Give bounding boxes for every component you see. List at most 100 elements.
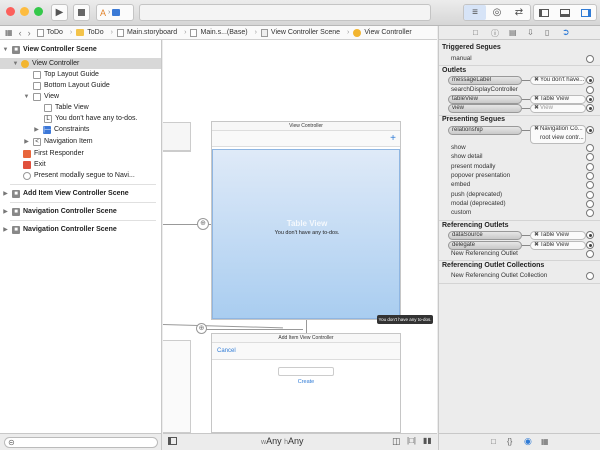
outline-row[interactable]: Exit <box>0 159 161 170</box>
outline-scene-row[interactable]: ▶ ■ Navigation Controller Scene <box>0 224 161 235</box>
help-inspector-icon[interactable]: ⓘ <box>491 28 499 39</box>
outline-filter-field[interactable]: ⊝ <box>4 437 158 448</box>
connection-circle[interactable] <box>586 163 594 171</box>
outlet-pill[interactable]: messageLabel <box>448 76 522 85</box>
close-icon[interactable]: ✖ <box>534 77 539 84</box>
connection-circle[interactable] <box>586 55 594 63</box>
create-button[interactable]: Create <box>212 379 400 385</box>
connection-circle[interactable] <box>586 241 594 249</box>
table-view[interactable]: Table View You don't have any to-dos. <box>212 149 400 319</box>
new-ref-collection-row[interactable]: New Referencing Outlet Collection <box>451 272 597 281</box>
segue-icon[interactable]: ⊕ <box>196 323 207 334</box>
outline-row[interactable]: First Responder <box>0 148 161 159</box>
ref-outlet-row[interactable]: delegate ✖ Table View <box>448 241 597 250</box>
resolve-icon[interactable]: ▮▮ <box>423 436 432 445</box>
disclosure-right-icon[interactable]: ▶ <box>23 138 30 145</box>
align-icon[interactable]: ◫ <box>392 436 401 447</box>
code-snippet-icon[interactable]: {} <box>507 437 512 446</box>
new-ref-outlet-row[interactable]: New Referencing Outlet <box>451 250 597 259</box>
segue-row[interactable]: show <box>451 144 597 153</box>
file-template-icon[interactable]: □ <box>491 437 496 446</box>
connection-circle[interactable] <box>586 95 594 103</box>
object-library-icon[interactable]: ◉ <box>524 436 532 447</box>
close-icon[interactable]: ✖ <box>534 232 539 239</box>
assistant-editor-button[interactable]: ◎ <box>486 5 508 20</box>
add-item-scene[interactable]: Add Item View Controller Cancel Create <box>211 333 401 433</box>
connection-circle[interactable] <box>586 272 594 280</box>
close-icon[interactable]: ✖ <box>534 242 539 249</box>
outline-scene-row[interactable]: ▼ ■ View Controller Scene <box>0 44 161 55</box>
outlet-row[interactable]: searchDisplayController <box>451 86 597 95</box>
outlet-target[interactable]: ✖ Navigation Co... root view contr... <box>530 125 586 144</box>
outlet-pill[interactable]: relationship <box>448 126 522 135</box>
outlet-target[interactable]: ✖ You don't have... <box>530 76 586 85</box>
outlet-row[interactable]: view ✖ View <box>448 104 597 113</box>
cancel-button[interactable]: Cancel <box>217 348 236 354</box>
outlet-pill[interactable]: delegate <box>448 241 522 250</box>
version-editor-button[interactable]: ⇄ <box>508 5 530 20</box>
storyboard-canvas[interactable]: ⊕ ⊕ View Controller + Table View You don… <box>163 40 437 433</box>
connection-circle[interactable] <box>586 76 594 84</box>
segue-row[interactable]: popover presentation <box>451 172 597 181</box>
disclosure-right-icon[interactable]: ▶ <box>33 126 40 133</box>
segue-row[interactable]: custom <box>451 209 597 218</box>
outline-vc-row[interactable]: ▼ View Controller <box>0 58 161 69</box>
disclosure-down-icon[interactable]: ▼ <box>12 61 19 67</box>
outlet-row[interactable]: messageLabel ✖ You don't have... <box>448 76 597 85</box>
outline-scene-row[interactable]: ▶ ■ Add Item View Controller Scene <box>0 188 161 199</box>
size-class-control[interactable]: wAny hAny <box>261 436 304 446</box>
back-icon[interactable]: ‹ <box>19 28 22 38</box>
stop-button[interactable] <box>73 4 90 21</box>
breadcrumb-scene[interactable]: View Controller Scene <box>260 28 340 37</box>
outline-row[interactable]: Top Layout Guide <box>0 69 161 80</box>
connection-circle[interactable] <box>586 126 594 134</box>
outlet-row[interactable]: tableView ✖ Table View <box>448 95 597 104</box>
connection-circle[interactable] <box>586 86 594 94</box>
segue-icon[interactable]: ⊕ <box>197 218 209 230</box>
connection-circle[interactable] <box>586 191 594 199</box>
outline-row[interactable]: Bottom Layout Guide <box>0 80 161 91</box>
view-controller-scene[interactable]: View Controller + Table View You don't h… <box>211 121 401 320</box>
disclosure-down-icon[interactable]: ▼ <box>23 94 30 100</box>
toggle-outline-icon[interactable] <box>168 437 177 445</box>
disclosure-right-icon[interactable]: ▶ <box>2 208 9 215</box>
close-icon[interactable]: ✖ <box>534 96 539 103</box>
grid-icon[interactable]: ▦ <box>5 28 13 37</box>
scheme-selector[interactable]: A › <box>96 4 134 21</box>
outline-row[interactable]: ▼ View <box>0 91 161 102</box>
segue-row[interactable]: manual <box>451 55 597 64</box>
connection-circle[interactable] <box>586 104 594 112</box>
outlet-target[interactable]: ✖ Table View <box>530 241 586 250</box>
close-icon[interactable]: ✖ <box>534 105 539 112</box>
outlet-pill[interactable]: dataSource <box>448 231 522 240</box>
connection-circle[interactable] <box>586 250 594 258</box>
breadcrumb-base[interactable]: Main.s...(Base) <box>190 28 248 37</box>
toggle-debug-button[interactable] <box>555 5 576 20</box>
outline-row[interactable]: ▶ |— Constraints <box>0 124 161 135</box>
toggle-navigator-button[interactable] <box>534 5 555 20</box>
identity-inspector-icon[interactable]: ▤ <box>509 28 517 37</box>
disclosure-right-icon[interactable]: ▶ <box>2 190 9 197</box>
file-inspector-icon[interactable]: □ <box>473 28 478 37</box>
outline-row[interactable]: L You don't have any to-dos. <box>0 113 161 124</box>
outlet-target[interactable]: ✖ View <box>530 104 586 113</box>
outline-row[interactable]: Present modally segue to Navi... <box>0 170 161 181</box>
segue-row[interactable]: embed <box>451 181 597 190</box>
minimize-window-button[interactable] <box>20 7 29 16</box>
media-library-icon[interactable]: ▦ <box>541 437 549 446</box>
attributes-inspector-icon[interactable]: ⇩ <box>527 28 534 37</box>
forward-icon[interactable]: › <box>28 28 31 38</box>
zoom-window-button[interactable] <box>34 7 43 16</box>
relationship-row[interactable]: relationship ✖ Navigation Co... root vie… <box>448 125 597 144</box>
breadcrumb-vc[interactable]: View Controller <box>353 28 412 37</box>
disclosure-down-icon[interactable]: ▼ <box>2 47 9 53</box>
pin-icon[interactable]: |□| <box>407 436 416 445</box>
connection-circle[interactable] <box>586 231 594 239</box>
outlet-pill[interactable]: view <box>448 104 522 113</box>
empty-message-label[interactable]: You don't have any to-dos. <box>213 230 401 236</box>
breadcrumb-project[interactable]: ToDo <box>36 28 63 37</box>
panel-toggle-control[interactable] <box>533 4 597 21</box>
outlet-target[interactable]: ✖ Table View <box>530 231 586 240</box>
segue-row[interactable]: show detail <box>451 153 597 162</box>
connection-circle[interactable] <box>586 144 594 152</box>
